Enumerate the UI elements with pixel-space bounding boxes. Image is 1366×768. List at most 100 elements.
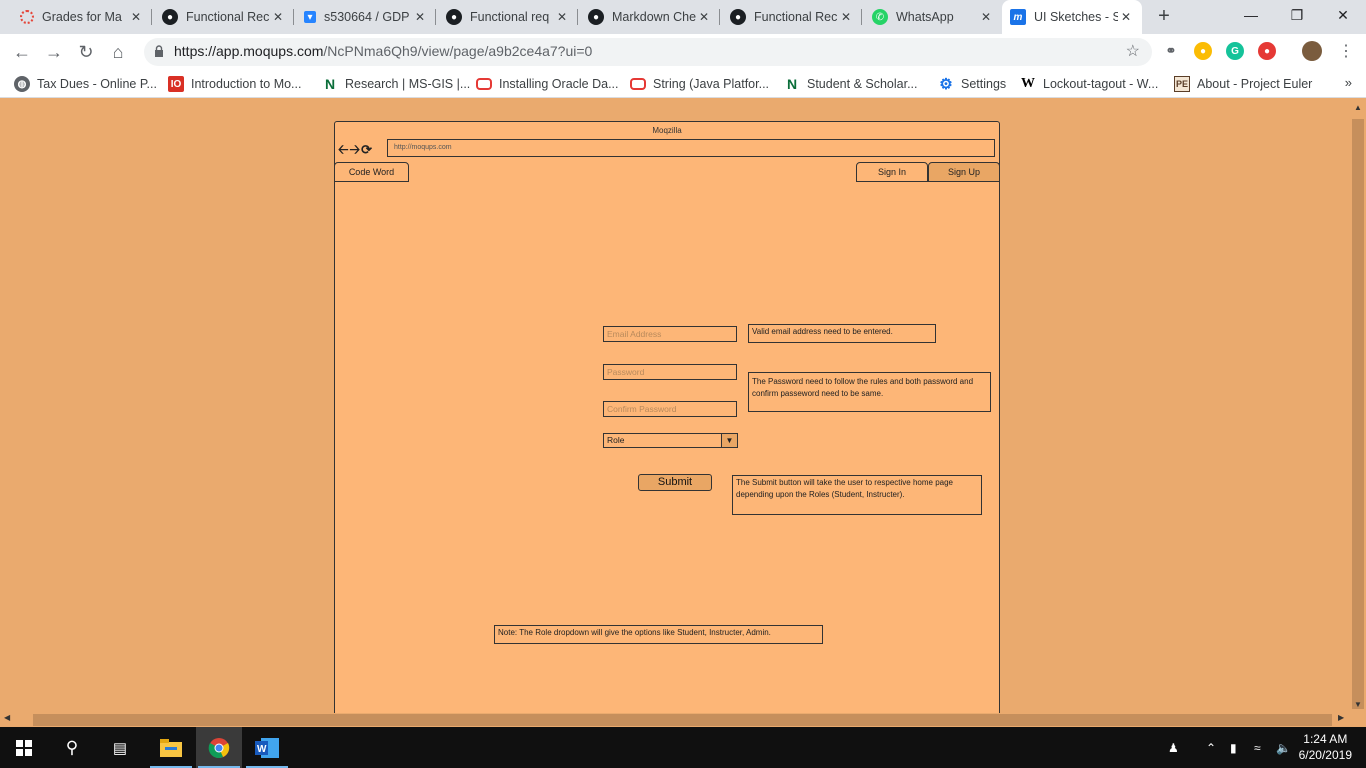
password-field[interactable]: Password <box>603 364 737 380</box>
horizontal-scrollbar[interactable]: ◀ ▶ <box>0 713 1366 727</box>
maximize-button[interactable]: ❐ <box>1274 0 1320 30</box>
system-clock[interactable]: 1:24 AM 6/20/2019 <box>1299 731 1352 763</box>
tab-whatsapp[interactable]: ✆ WhatsApp ✕ <box>864 0 1002 34</box>
close-icon[interactable]: ✕ <box>978 10 994 24</box>
tab-grades[interactable]: Grades for Ma ✕ <box>12 0 152 34</box>
file-explorer-icon[interactable] <box>148 727 194 768</box>
reload-button[interactable]: ↻ <box>72 38 100 66</box>
address-bar[interactable]: https://app.moqups.com/NcPNma6Qh9/view/p… <box>144 38 1152 66</box>
chrome-taskbar-icon[interactable] <box>196 727 242 768</box>
github-icon: ● <box>730 9 746 25</box>
horizontal-scroll-thumb[interactable] <box>33 714 1332 726</box>
confirm-password-field[interactable]: Confirm Password <box>603 401 737 417</box>
close-icon[interactable]: ✕ <box>696 10 712 24</box>
svg-text:W: W <box>257 744 267 755</box>
bookmarks-bar: ◍ Tax Dues - Online P... IO Introduction… <box>0 70 1366 98</box>
clock-date: 6/20/2019 <box>1298 748 1352 762</box>
bookmark-label: About - Project Euler <box>1197 77 1313 91</box>
adblock-extension-icon[interactable]: ● <box>1258 42 1276 60</box>
close-icon[interactable]: ✕ <box>270 10 286 24</box>
sign-up-button[interactable]: Sign Up <box>928 162 1000 182</box>
new-tab-button[interactable]: + <box>1152 5 1176 29</box>
tab-title: Markdown Che <box>612 10 696 24</box>
scroll-left-icon[interactable]: ◀ <box>4 713 10 722</box>
role-select[interactable]: Role ▼ <box>603 433 738 448</box>
close-icon[interactable]: ✕ <box>1118 10 1134 24</box>
bookmark-oracle[interactable]: Installing Oracle Da... <box>476 75 619 93</box>
start-button[interactable] <box>0 727 48 768</box>
tab-markdown[interactable]: ● Markdown Che ✕ <box>580 0 720 34</box>
cycling-extension-icon[interactable]: ⚭ <box>1162 42 1180 60</box>
close-icon[interactable]: ✕ <box>838 10 854 24</box>
back-button[interactable]: ← <box>8 38 36 66</box>
menu-kebab-icon[interactable]: ⋮ <box>1332 38 1360 66</box>
forward-button[interactable]: → <box>40 38 68 66</box>
vertical-scrollbar[interactable]: ▲ ▼ <box>1350 99 1366 713</box>
bookmark-research[interactable]: N Research | MS-GIS |... <box>322 75 470 93</box>
wifi-icon[interactable]: ≈ <box>1254 727 1261 768</box>
people-icon[interactable]: ♟ <box>1168 727 1179 768</box>
sign-in-button[interactable]: Sign In <box>856 162 928 182</box>
windows-taskbar: ⚲ ▤ W ♟ ⌃ ▮ ≈ 🔈 1:24 AM 6/20/2019 <box>0 727 1366 768</box>
home-button[interactable]: ⌂ <box>104 38 132 66</box>
clock-time: 1:24 AM <box>1303 732 1348 746</box>
minimize-button[interactable]: — <box>1228 0 1274 30</box>
grammarly-icon[interactable]: G <box>1226 42 1244 60</box>
chrome-extension-icon[interactable]: ● <box>1194 42 1212 60</box>
moqups-icon: m <box>1010 9 1026 25</box>
close-icon[interactable]: ✕ <box>554 10 570 24</box>
page-viewport: Moqzilla 🡠🡢⟳ http://moqups.com Code Word… <box>0 99 1350 713</box>
code-word-button[interactable]: Code Word <box>334 162 409 182</box>
close-icon[interactable]: ✕ <box>412 10 428 24</box>
bookmark-project-euler[interactable]: PE About - Project Euler <box>1174 75 1312 93</box>
bookmark-star-icon[interactable]: ☆ <box>1126 41 1140 61</box>
github-icon: ● <box>162 9 178 25</box>
profile-avatar[interactable] <box>1302 41 1322 61</box>
tab-ui-sketches[interactable]: m UI Sketches - S ✕ <box>1002 0 1142 34</box>
tab-title: s530664 / GDP <box>324 10 410 24</box>
scroll-down-icon[interactable]: ▼ <box>1350 700 1366 709</box>
oracle-icon <box>630 78 646 90</box>
password-note: The Password need to follow the rules an… <box>748 372 991 412</box>
github-icon: ● <box>588 9 604 25</box>
n-icon: N <box>324 76 336 92</box>
bookmark-settings[interactable]: ⚙ Settings <box>938 75 1006 93</box>
role-note: Note: The Role dropdown will give the op… <box>494 625 823 644</box>
tab-functional-rec-2[interactable]: ● Functional Rec ✕ <box>722 0 862 34</box>
bookmarks-overflow-button[interactable]: » <box>1345 75 1352 90</box>
tab-gdp[interactable]: ▾ s530664 / GDP ✕ <box>296 0 436 34</box>
tray-overflow-chevron-icon[interactable]: ⌃ <box>1206 727 1216 768</box>
mockup-browser-frame: Moqzilla 🡠🡢⟳ http://moqups.com Code Word… <box>334 121 1000 713</box>
bookmark-string-java[interactable]: String (Java Platfor... <box>630 75 769 93</box>
battery-icon[interactable]: ▮ <box>1230 727 1237 768</box>
whatsapp-icon: ✆ <box>872 9 888 25</box>
email-field[interactable]: Email Address <box>603 326 737 342</box>
word-taskbar-icon[interactable]: W <box>244 727 290 768</box>
chevron-down-icon: ▼ <box>721 434 737 447</box>
close-icon[interactable]: ✕ <box>128 10 144 24</box>
globe-icon: ◍ <box>14 76 30 92</box>
bookmark-introduction[interactable]: IO Introduction to Mo... <box>168 75 301 93</box>
scroll-right-icon[interactable]: ▶ <box>1338 713 1344 722</box>
bookmark-label: Introduction to Mo... <box>191 77 302 91</box>
address-url: https://app.moqups.com/NcPNma6Qh9/view/p… <box>174 43 592 59</box>
bookmark-student-scholar[interactable]: N Student & Scholar... <box>784 75 918 93</box>
bookmark-label: Student & Scholar... <box>807 77 918 91</box>
search-icon[interactable]: ⚲ <box>48 727 96 768</box>
pe-icon: PE <box>1174 76 1190 92</box>
tab-strip: Grades for Ma ✕ ● Functional Rec ✕ ▾ s53… <box>0 0 1366 34</box>
task-view-icon[interactable]: ▤ <box>96 727 144 768</box>
io-icon: IO <box>168 76 184 92</box>
bookmark-lockout[interactable]: W Lockout-tagout - W... <box>1020 75 1158 93</box>
vertical-scroll-thumb[interactable] <box>1352 119 1364 709</box>
tab-functional-rec-1[interactable]: ● Functional Rec ✕ <box>154 0 294 34</box>
address-host: https://app.moqups.com <box>174 43 324 59</box>
scroll-up-icon[interactable]: ▲ <box>1350 103 1366 112</box>
github-icon: ● <box>446 9 462 25</box>
volume-muted-icon[interactable]: 🔈 <box>1276 727 1291 768</box>
bookmark-tax-dues[interactable]: ◍ Tax Dues - Online P... <box>14 75 157 93</box>
bookmark-label: String (Java Platfor... <box>653 77 770 91</box>
close-window-button[interactable]: ✕ <box>1320 0 1366 30</box>
tab-functional-req[interactable]: ● Functional req ✕ <box>438 0 578 34</box>
submit-button[interactable]: Submit <box>638 474 712 491</box>
